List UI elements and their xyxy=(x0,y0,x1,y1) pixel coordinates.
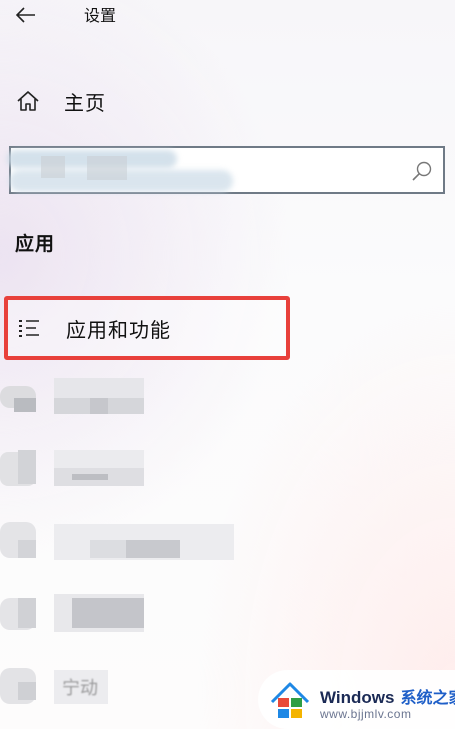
redacted-pixel xyxy=(14,398,36,412)
redacted-pixel xyxy=(18,598,36,628)
redacted-pixel xyxy=(87,156,127,180)
redacted-pixel xyxy=(18,450,36,484)
search-box[interactable] xyxy=(7,146,445,194)
nav-home-label: 主页 xyxy=(64,90,106,115)
nav-home[interactable]: 主页 xyxy=(8,84,308,118)
nav-item-obscured-2[interactable] xyxy=(0,444,300,500)
nav-apps-and-features-label: 应用和功能 xyxy=(66,317,171,342)
redacted-pixel xyxy=(18,682,36,700)
nav-item-obscured-3[interactable] xyxy=(0,520,300,576)
watermark-brand: Windows 系统之家 xyxy=(320,684,455,708)
watermark: Windows 系统之家 www.bjjmlv.com xyxy=(258,670,455,729)
back-button[interactable] xyxy=(8,2,44,32)
redacted-pixel xyxy=(90,398,108,414)
watermark-brand-cn: 系统之家 xyxy=(400,690,455,707)
section-title: 应用 xyxy=(15,233,56,255)
redacted-pixel xyxy=(126,540,180,558)
redacted-pixel xyxy=(90,540,126,558)
redacted-pixel xyxy=(54,378,144,398)
redacted-pixel xyxy=(72,598,144,628)
search-icon[interactable] xyxy=(411,160,433,182)
redacted-pixel xyxy=(41,156,65,178)
watermark-brand-en: Windows xyxy=(320,688,395,707)
windows-logo-icon xyxy=(270,682,310,718)
nav-apps-and-features[interactable]: 应用和功能 xyxy=(4,296,290,360)
back-arrow-icon xyxy=(15,7,36,27)
nav-item-obscured-5[interactable]: 宁动 xyxy=(0,662,300,718)
nav-item-obscured-1[interactable] xyxy=(0,372,300,428)
watermark-url: www.bjjmlv.com xyxy=(320,707,412,721)
window-title: 设置 xyxy=(84,6,117,25)
redacted-pixel xyxy=(72,474,108,480)
list-icon xyxy=(16,315,42,341)
nav-item-obscured-label: 宁动 xyxy=(62,678,98,699)
redacted-pixel xyxy=(18,540,36,558)
nav-item-obscured-4[interactable] xyxy=(0,590,300,646)
home-icon xyxy=(8,84,48,118)
